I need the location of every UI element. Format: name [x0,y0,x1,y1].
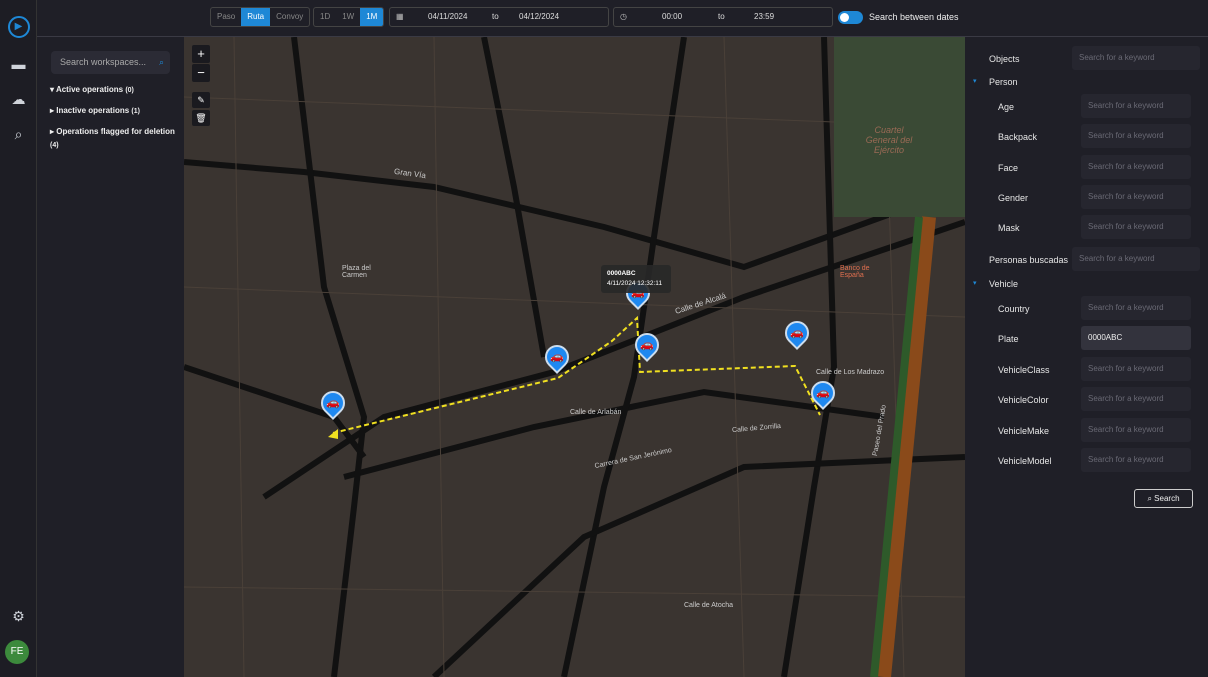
vehicle-tooltip: 0000ABC4/11/2024 12:32:11 [601,265,671,293]
range-1d[interactable]: 1D [314,8,336,26]
play-logo-icon[interactable]: ▶ [0,16,37,38]
person-gender-input[interactable]: Search for a keyword [1081,185,1191,209]
mode-paso[interactable]: Paso [211,8,241,26]
objects-label: Objects [989,54,1020,64]
person-age-input[interactable]: Search for a keyword [1081,94,1191,118]
field-label: VehicleModel [998,456,1052,466]
field-label: Country [998,304,1030,314]
clock-icon: ◷ [620,8,627,26]
vehicle-vehiclecolor-input[interactable]: Search for a keyword [1081,387,1191,411]
vehicle-label: Vehicle [989,279,1018,289]
vehicle-vehiclemodel-input[interactable]: Search for a keyword [1081,448,1191,472]
field-label: VehicleColor [998,395,1049,405]
collapse-caret-icon[interactable]: ▾ [973,77,977,85]
search-button-label: Search [1154,494,1179,503]
person-mask-input[interactable]: Search for a keyword [1081,215,1191,239]
zoom-out-button[interactable]: − [192,64,210,82]
count: (0) [125,87,134,94]
label: Inactive operations [56,106,129,115]
route-start-marker [328,429,338,439]
draw-edit-icon[interactable]: ✎ [192,92,210,108]
count: (4) [50,142,59,149]
field-label: Face [998,163,1018,173]
range-1w[interactable]: 1W [336,8,360,26]
map-label: Banco de España [840,265,876,279]
range-selector: 1D 1W 1M [313,7,384,27]
top-filter-bar: Paso Ruta Convoy 1D 1W 1M ▦ 04/11/2024 t… [37,0,1208,37]
field-label: Plate [998,334,1019,344]
collapse-caret-icon[interactable]: ▾ [973,279,977,287]
map-view[interactable]: Gran Vía Calle de Alcalá Plaza del Carme… [184,37,965,677]
label: Active operations [56,85,123,94]
search-placeholder: Search workspaces... [60,57,146,67]
count: (1) [131,108,140,115]
map-label: Plaza del Carmen [342,265,382,279]
trash-icon[interactable]: 🗑 [192,110,210,126]
left-nav-rail: ▶ ▬ ☁ ⌕ ⚙ FE [0,0,37,677]
field-label: Mask [998,223,1020,233]
tooltip-timestamp: 4/11/2024 12:32:11 [607,279,665,289]
label: Operations flagged for deletion [56,127,175,136]
vehicle-plate-input[interactable]: 0000ABC [1081,326,1191,350]
date-range-picker[interactable]: ▦ 04/11/2024 to 04/12/2024 [389,7,609,27]
vehicle-vehiclemake-input[interactable]: Search for a keyword [1081,418,1191,442]
wanted-label: Personas buscadas [989,255,1068,265]
field-label: Gender [998,193,1028,203]
map-canvas [184,37,965,677]
search-icon: ⌕ [159,51,164,74]
toggle-label: Search between dates [869,12,959,22]
time-to[interactable]: 23:59 [754,8,774,26]
mode-selector: Paso Ruta Convoy [210,7,310,27]
search-button[interactable]: ⌕ Search [1134,489,1193,508]
search-between-dates-toggle[interactable] [838,11,863,24]
person-backpack-input[interactable]: Search for a keyword [1081,124,1191,148]
vehicle-country-input[interactable]: Search for a keyword [1081,296,1191,320]
field-label: VehicleClass [998,365,1050,375]
date-sep: to [492,8,499,26]
person-label: Person [989,77,1018,87]
tree-inactive-operations[interactable]: ▸ Inactive operations (1) [50,104,175,118]
objects-search-input[interactable]: Search for a keyword [1072,46,1200,70]
filter-panel: Objects Search for a keyword ▾ Person Ag… [965,37,1208,677]
field-label: Age [998,102,1014,112]
workspaces-panel: Search workspaces... ⌕ ▾ Active operation… [37,37,184,677]
settings-gear-icon[interactable]: ⚙ [0,608,37,625]
map-label: Calle de Los Madrazo [816,369,884,376]
range-1m[interactable]: 1M [360,8,383,26]
search-icon[interactable]: ⌕ [0,126,37,143]
map-label: Calle de Atocha [684,602,733,609]
time-from[interactable]: 00:00 [662,8,682,26]
map-label: Cuartel General del Ejército [864,125,914,155]
map-label: Calle de Arlabán [570,409,621,416]
workspace-search-input[interactable]: Search workspaces... ⌕ [51,51,170,74]
user-avatar[interactable]: FE [5,640,29,664]
mode-ruta[interactable]: Ruta [241,8,270,26]
date-to[interactable]: 04/12/2024 [519,8,559,26]
tree-active-operations[interactable]: ▾ Active operations (0) [50,83,175,97]
wanted-search-input[interactable]: Search for a keyword [1072,247,1200,271]
folder-icon[interactable]: ▬ [0,56,37,72]
cloud-upload-icon[interactable]: ☁ [0,91,37,108]
date-from[interactable]: 04/11/2024 [428,8,467,26]
zoom-in-button[interactable]: + [192,45,210,63]
field-label: Backpack [998,132,1037,142]
vehicle-vehicleclass-input[interactable]: Search for a keyword [1081,357,1191,381]
calendar-icon: ▦ [396,8,404,26]
field-label: VehicleMake [998,426,1049,436]
mode-convoy[interactable]: Convoy [270,8,309,26]
tooltip-plate: 0000ABC [607,269,665,279]
time-sep: to [718,8,725,26]
time-range-picker[interactable]: ◷ 00:00 to 23:59 [613,7,833,27]
person-face-input[interactable]: Search for a keyword [1081,155,1191,179]
tree-flagged-operations[interactable]: ▸ Operations flagged for deletion (4) [50,125,175,152]
